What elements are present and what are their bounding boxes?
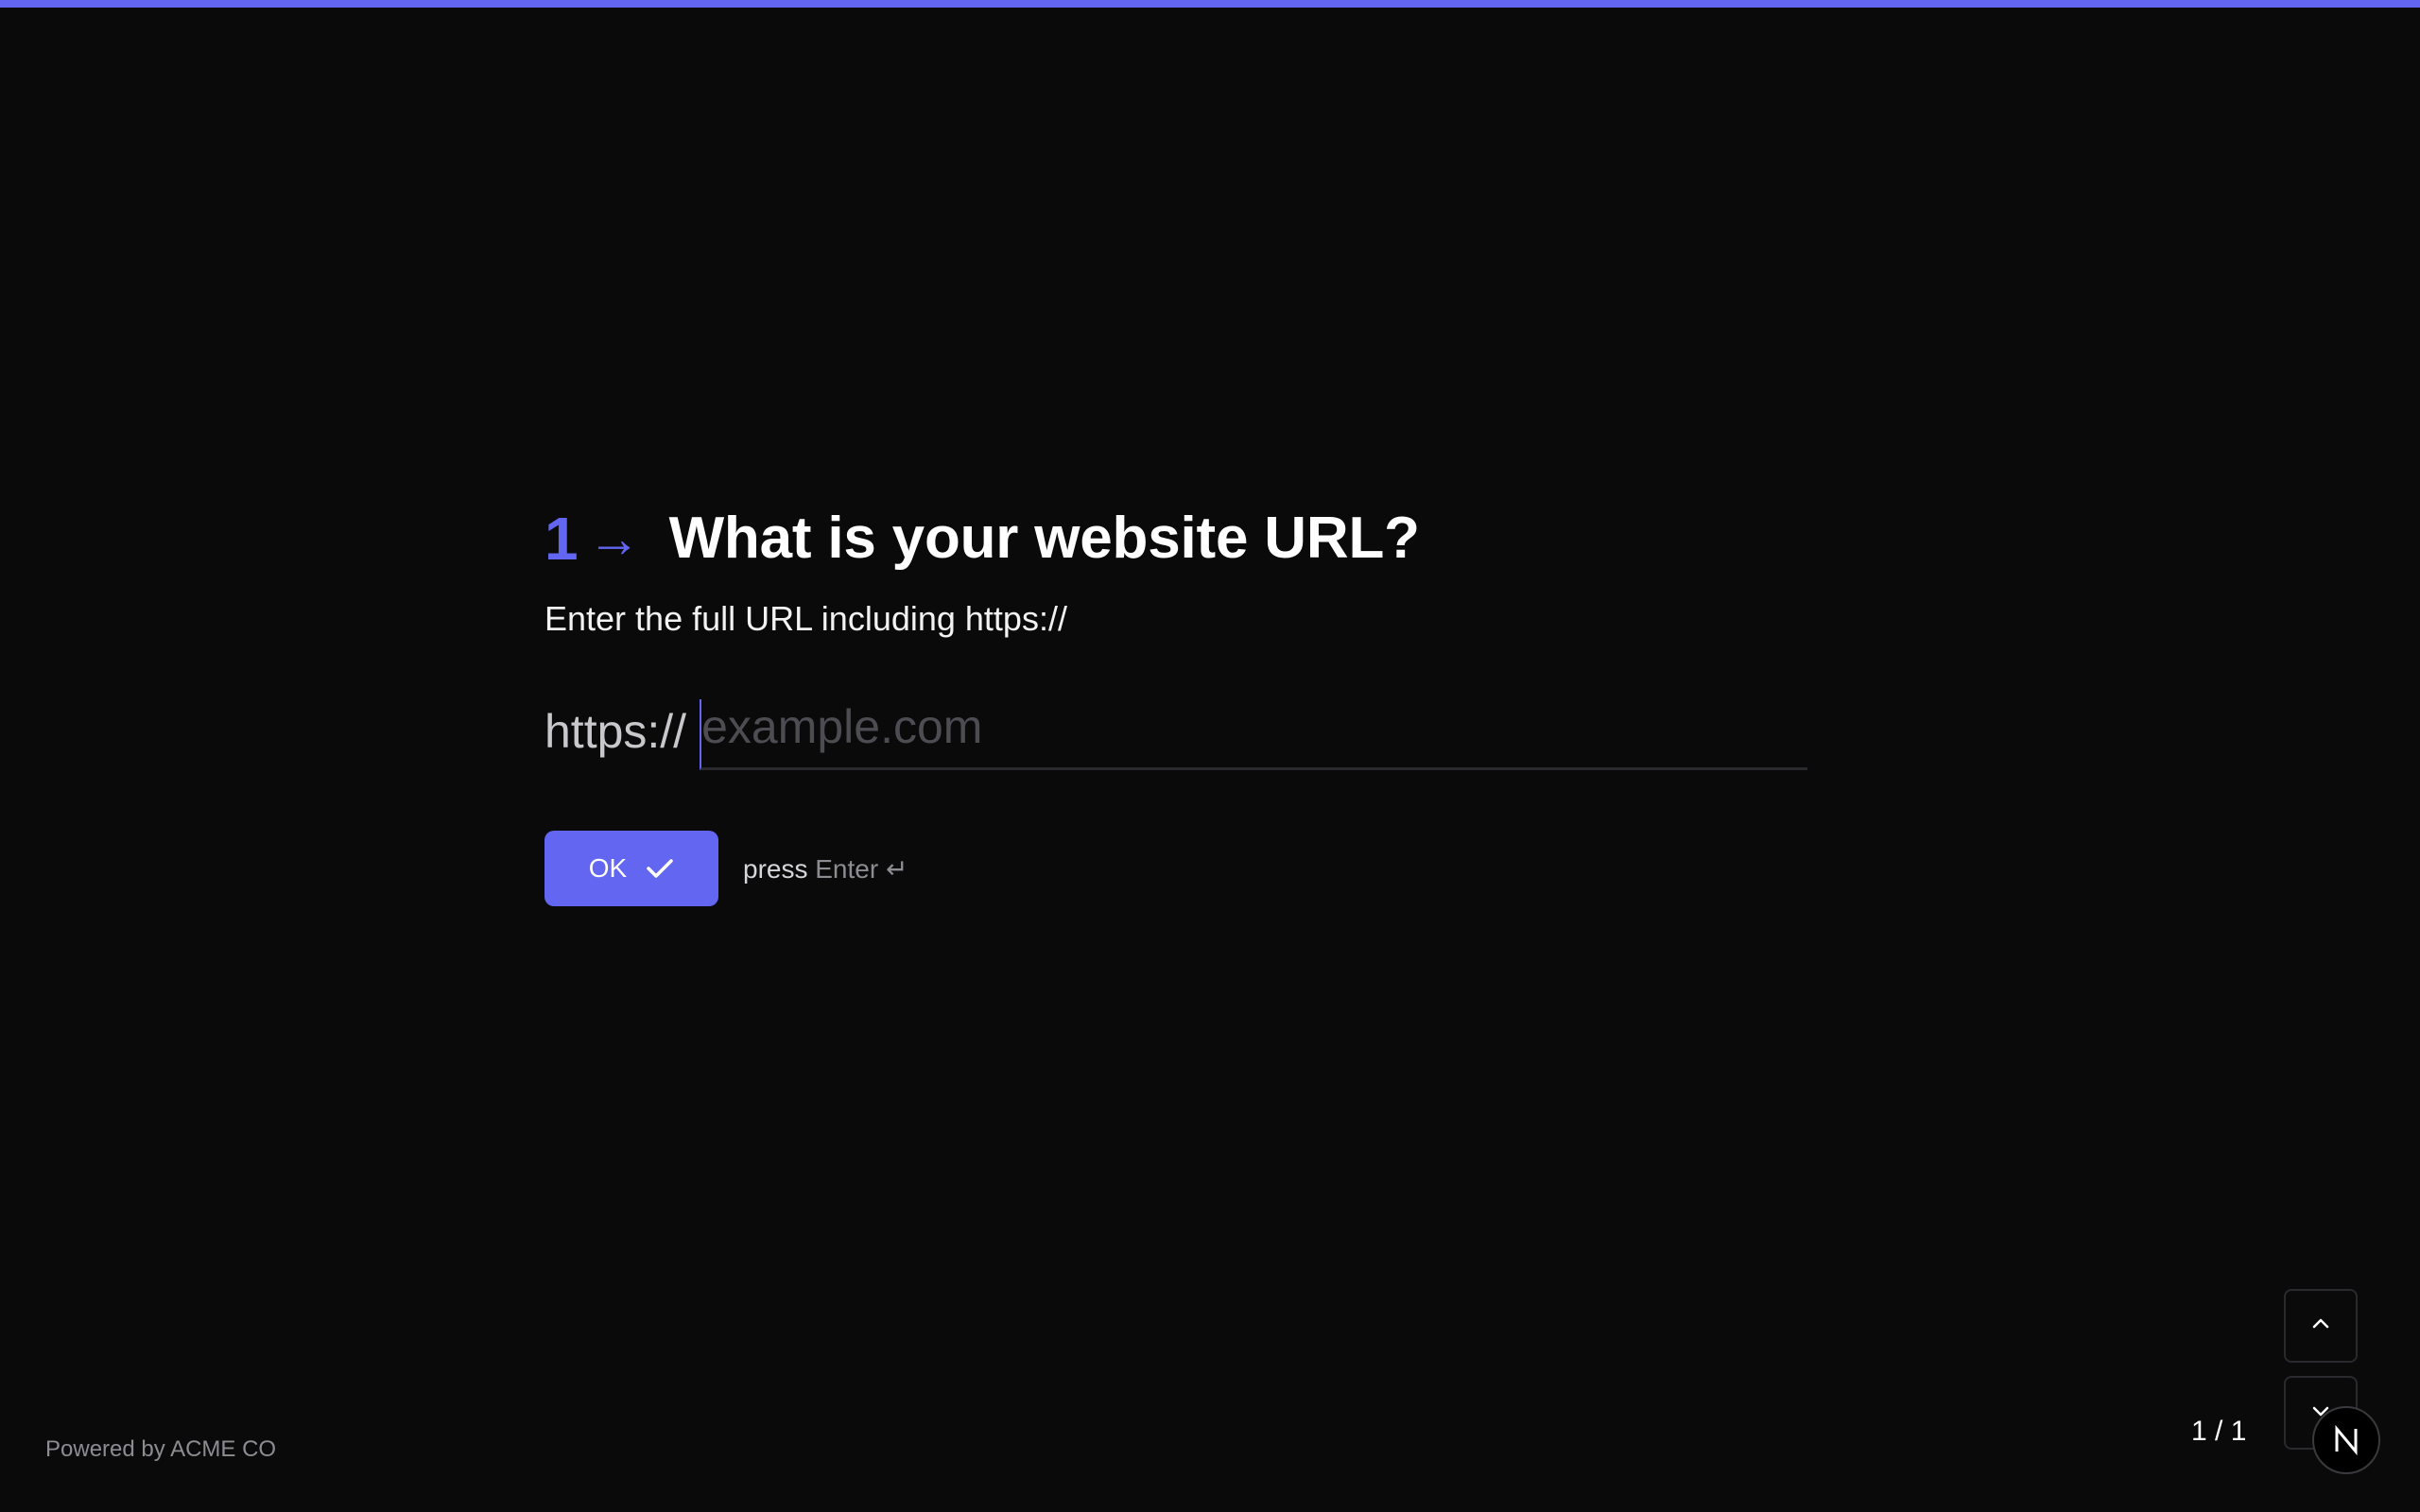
chevron-up-icon [2309, 1316, 2332, 1336]
progress-fill [0, 0, 2420, 8]
url-field-row: https:// [544, 699, 1815, 770]
ok-button[interactable]: OK [544, 831, 718, 906]
enter-hint: press Enter ↵ [743, 853, 908, 885]
enter-hint-key: Enter ↵ [815, 853, 908, 884]
question-number: 1 [544, 505, 579, 573]
page-counter: 1 / 1 [2191, 1416, 2247, 1447]
previous-question-button[interactable] [2284, 1289, 2358, 1363]
actions-row: OK press Enter ↵ [544, 831, 1815, 906]
powered-by-link[interactable]: Powered by ACME CO [45, 1436, 276, 1463]
question-title: What is your website URL? [668, 506, 1420, 571]
enter-hint-press: press [743, 853, 808, 884]
url-prefix: https:// [544, 705, 687, 758]
ok-button-label: OK [588, 853, 628, 883]
arrow-right-icon: → [587, 508, 641, 568]
url-input[interactable] [700, 699, 1808, 770]
question-block: 1 → What is your website URL? Enter the … [544, 501, 1815, 906]
question-subtitle: Enter the full URL including https:// [544, 599, 1067, 638]
progress-bar [0, 0, 2420, 8]
check-icon [646, 857, 674, 880]
question-heading: 1 → What is your website URL? [544, 501, 1815, 576]
n-logo-icon[interactable] [2312, 1406, 2380, 1474]
